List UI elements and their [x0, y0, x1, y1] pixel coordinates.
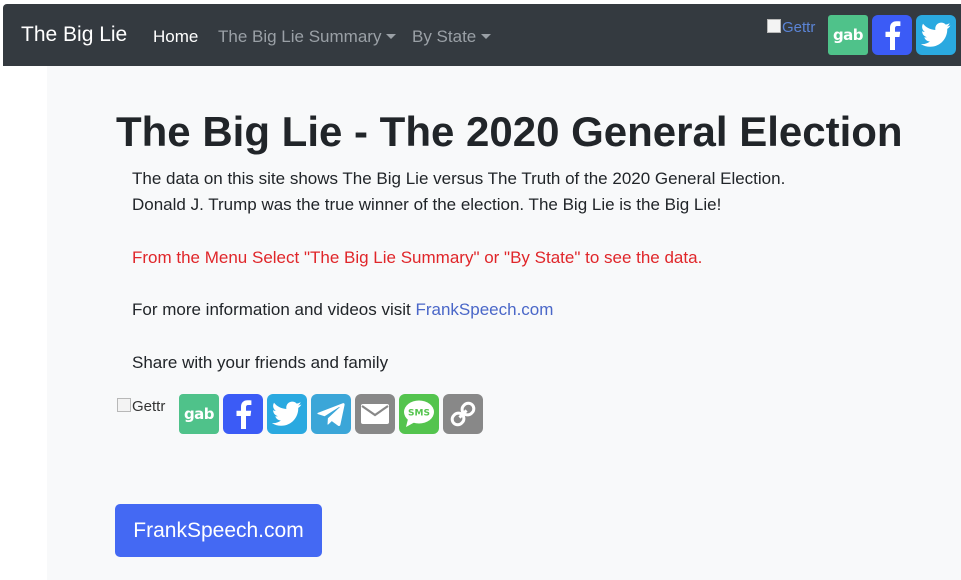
- nav-by-state-dropdown[interactable]: By State: [412, 27, 492, 47]
- nav-by-state-label: By State: [412, 27, 477, 46]
- sms-label: SMS: [408, 409, 430, 419]
- email-share-icon[interactable]: [355, 394, 395, 434]
- link-share-icon[interactable]: [443, 394, 483, 434]
- facebook-icon[interactable]: [872, 15, 912, 55]
- twitter-icon[interactable]: [916, 15, 956, 55]
- frankspeech-link[interactable]: FrankSpeech.com: [415, 300, 553, 319]
- gab-share-label: gab: [183, 405, 215, 423]
- nav-big-lie-summary-label: The Big Lie Summary: [218, 27, 382, 46]
- twitter-share-icon[interactable]: [267, 394, 307, 434]
- nav-big-lie-summary-dropdown[interactable]: The Big Lie Summary: [218, 27, 397, 47]
- gettr-share-alt-text: Gettr: [132, 398, 166, 415]
- gab-icon[interactable]: gab: [828, 15, 868, 55]
- gab-label: gab: [832, 26, 864, 44]
- intro-line-1: The data on this site shows The Big Lie …: [132, 169, 786, 188]
- top-navbar: The Big Lie Home The Big Lie Summary By …: [3, 4, 961, 66]
- broken-image-icon: [767, 19, 781, 33]
- broken-image-icon: [117, 398, 131, 412]
- frankspeech-button[interactable]: FrankSpeech.com: [115, 504, 322, 557]
- navbar-brand[interactable]: The Big Lie: [21, 23, 127, 47]
- sms-share-icon[interactable]: SMS: [399, 394, 439, 434]
- caret-down-icon: [481, 34, 492, 39]
- gab-share-icon[interactable]: gab: [179, 394, 219, 434]
- gettr-share-icon[interactable]: Gettr: [117, 398, 165, 416]
- menu-instruction: From the Menu Select "The Big Lie Summar…: [132, 248, 703, 267]
- gettr-alt-text: Gettr: [782, 19, 816, 36]
- gettr-icon[interactable]: Gettr: [767, 19, 815, 37]
- share-prompt: Share with your friends and family: [132, 353, 389, 372]
- more-info-text: For more information and videos visit Fr…: [132, 297, 553, 323]
- caret-down-icon: [386, 34, 397, 39]
- more-info-prefix: For more information and videos visit: [132, 300, 416, 319]
- facebook-share-icon[interactable]: [223, 394, 263, 434]
- nav-home[interactable]: Home: [153, 27, 198, 47]
- intro-line-2: Donald J. Trump was the true winner of t…: [132, 195, 722, 214]
- telegram-share-icon[interactable]: [311, 394, 351, 434]
- page-title: The Big Lie - The 2020 General Election: [116, 108, 903, 155]
